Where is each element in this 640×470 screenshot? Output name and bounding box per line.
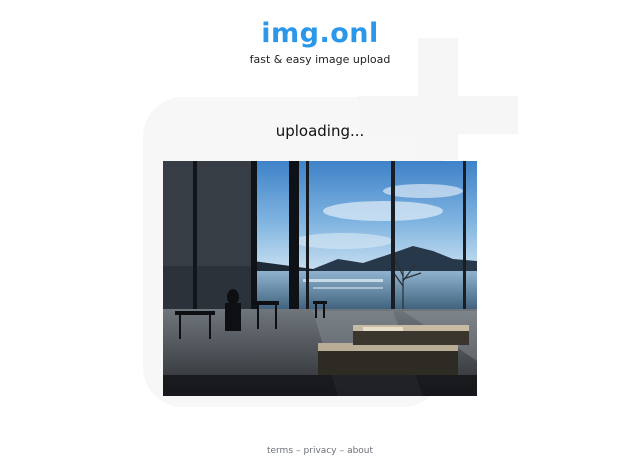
tagline: fast & easy image upload bbox=[249, 53, 391, 66]
site-footer: terms – privacy – about bbox=[0, 446, 640, 456]
uploaded-image-preview bbox=[163, 161, 477, 396]
site-header: img.onl fast & easy image upload bbox=[0, 18, 640, 66]
photo-interior-lake-view bbox=[163, 161, 477, 396]
footer-separator: – bbox=[339, 446, 345, 456]
footer-separator: – bbox=[296, 446, 301, 456]
upload-status: uploading... bbox=[275, 122, 365, 140]
privacy-link[interactable]: privacy bbox=[304, 446, 337, 456]
terms-link[interactable]: terms bbox=[267, 446, 293, 456]
brand-logo-link[interactable]: img.onl bbox=[261, 18, 379, 49]
about-link[interactable]: about bbox=[347, 446, 373, 456]
